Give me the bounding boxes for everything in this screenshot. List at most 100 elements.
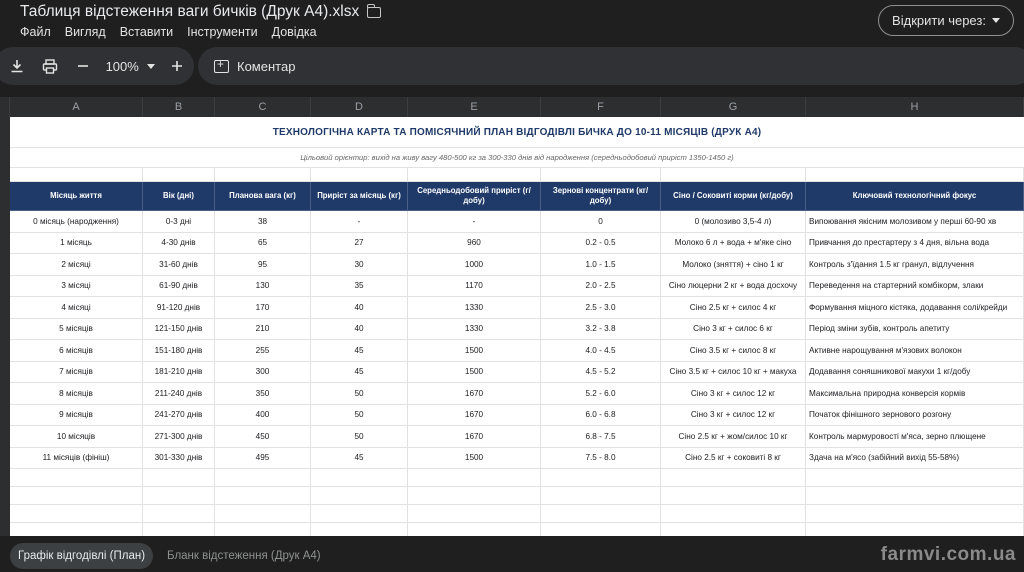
sheet-tab-tracking[interactable]: Бланк відстеження (Друк А4) — [159, 543, 329, 569]
table-cell[interactable]: Сіно люцерни 2 кг + вода досхочу — [661, 275, 806, 297]
column-header-e[interactable]: E — [408, 97, 541, 117]
table-cell[interactable]: Молоко 6 л + вода + м'яке сіно — [661, 232, 806, 254]
empty-cell[interactable] — [215, 487, 311, 505]
column-heading[interactable]: Планова вага (кг) — [215, 182, 311, 211]
table-cell[interactable]: Випоювання якісним молозивом у перші 60-… — [806, 211, 1024, 233]
empty-cell[interactable] — [311, 469, 408, 487]
table-cell[interactable]: 0 (молозиво 3,5-4 л) — [661, 211, 806, 233]
table-cell[interactable]: 7.5 - 8.0 — [541, 447, 661, 469]
table-cell[interactable]: 300 — [215, 361, 311, 383]
empty-cell[interactable] — [215, 523, 311, 536]
comment-button[interactable]: Коментар — [198, 47, 1024, 85]
cell[interactable] — [10, 168, 143, 182]
table-cell[interactable]: 1500 — [408, 361, 541, 383]
table-cell[interactable]: Період зміни зубів, контроль апетиту — [806, 318, 1024, 340]
cell[interactable] — [143, 168, 215, 182]
column-heading[interactable]: Середньодобовий приріст (г/добу) — [408, 182, 541, 211]
open-with-button[interactable]: Відкрити через: — [878, 5, 1014, 36]
menu-tools[interactable]: Інструменти — [187, 25, 265, 39]
empty-cell[interactable] — [10, 505, 143, 523]
table-cell[interactable]: 4 місяці — [10, 297, 143, 319]
table-cell[interactable]: 350 — [215, 383, 311, 405]
table-cell[interactable]: Сіно 3 кг + силос 6 кг — [661, 318, 806, 340]
menu-view[interactable]: Вигляд — [65, 25, 114, 39]
table-cell[interactable]: 40 — [311, 318, 408, 340]
empty-cell[interactable] — [143, 523, 215, 536]
table-cell[interactable]: - — [408, 211, 541, 233]
empty-cell[interactable] — [806, 523, 1024, 536]
table-cell[interactable]: 960 — [408, 232, 541, 254]
table-cell[interactable]: 10 місяців — [10, 426, 143, 448]
table-cell[interactable]: Контроль з'їдання 1.5 кг гранул, відлуче… — [806, 254, 1024, 276]
table-cell[interactable]: 1670 — [408, 426, 541, 448]
table-cell[interactable]: 30 — [311, 254, 408, 276]
table-cell[interactable]: Сіно 3.5 кг + силос 10 кг + макуха — [661, 361, 806, 383]
column-heading[interactable]: Вік (дні) — [143, 182, 215, 211]
table-cell[interactable]: 65 — [215, 232, 311, 254]
table-cell[interactable]: 1 місяць — [10, 232, 143, 254]
table-cell[interactable]: 35 — [311, 275, 408, 297]
table-cell[interactable]: 1330 — [408, 318, 541, 340]
table-cell[interactable]: 0.2 - 0.5 — [541, 232, 661, 254]
cell[interactable] — [661, 168, 806, 182]
column-heading[interactable]: Зернові концентрати (кг/добу) — [541, 182, 661, 211]
table-cell[interactable]: Молоко (зняття) + сіно 1 кг — [661, 254, 806, 276]
table-cell[interactable]: 130 — [215, 275, 311, 297]
table-cell[interactable]: 27 — [311, 232, 408, 254]
empty-cell[interactable] — [541, 469, 661, 487]
empty-cell[interactable] — [311, 505, 408, 523]
empty-cell[interactable] — [143, 487, 215, 505]
table-cell[interactable]: Сіно 2.5 кг + соковиті 8 кг — [661, 447, 806, 469]
table-cell[interactable]: Активне нарощування м'язових волокон — [806, 340, 1024, 362]
table-cell[interactable]: 1670 — [408, 383, 541, 405]
table-cell[interactable]: 301-330 днів — [143, 447, 215, 469]
empty-cell[interactable] — [143, 505, 215, 523]
spreadsheet-grid[interactable]: ТЕХНОЛОГІЧНА КАРТА ТА ПОМІСЯЧНИЙ ПЛАН ВІ… — [0, 117, 1024, 536]
table-cell[interactable]: 95 — [215, 254, 311, 276]
table-cell[interactable]: 11 місяців (фініш) — [10, 447, 143, 469]
column-header-b[interactable]: B — [143, 97, 215, 117]
table-cell[interactable]: 45 — [311, 340, 408, 362]
table-cell[interactable]: 0-3 дні — [143, 211, 215, 233]
table-cell[interactable]: 1500 — [408, 340, 541, 362]
table-cell[interactable]: Контроль мармуровості м'яса, зерно плюще… — [806, 426, 1024, 448]
cell[interactable] — [215, 168, 311, 182]
zoom-in-icon[interactable] — [166, 53, 189, 79]
table-cell[interactable]: Переведення на стартерний комбікорм, зла… — [806, 275, 1024, 297]
table-cell[interactable]: 450 — [215, 426, 311, 448]
column-heading[interactable]: Місяць життя — [10, 182, 143, 211]
menu-insert[interactable]: Вставити — [120, 25, 181, 39]
empty-cell[interactable] — [661, 505, 806, 523]
empty-cell[interactable] — [408, 523, 541, 536]
table-cell[interactable]: 8 місяців — [10, 383, 143, 405]
table-cell[interactable]: Сіно 3 кг + силос 12 кг — [661, 404, 806, 426]
sheet-subtitle[interactable]: Цільовий орієнтир: вихід на живу вагу 48… — [10, 148, 1024, 168]
column-header-f[interactable]: F — [541, 97, 661, 117]
table-cell[interactable]: 181-210 днів — [143, 361, 215, 383]
empty-cell[interactable] — [10, 487, 143, 505]
table-cell[interactable]: Початок фінішного зернового розгону — [806, 404, 1024, 426]
table-cell[interactable]: 1.0 - 1.5 — [541, 254, 661, 276]
table-cell[interactable]: 9 місяців — [10, 404, 143, 426]
empty-cell[interactable] — [661, 469, 806, 487]
empty-cell[interactable] — [661, 523, 806, 536]
table-cell[interactable]: 400 — [215, 404, 311, 426]
table-cell[interactable]: 2.0 - 2.5 — [541, 275, 661, 297]
zoom-select[interactable]: 100% — [106, 59, 155, 74]
table-cell[interactable]: 4.5 - 5.2 — [541, 361, 661, 383]
empty-cell[interactable] — [408, 469, 541, 487]
table-cell[interactable]: Сіно 2.5 кг + жом/силос 10 кг — [661, 426, 806, 448]
table-cell[interactable]: Сіно 3 кг + силос 12 кг — [661, 383, 806, 405]
empty-cell[interactable] — [311, 487, 408, 505]
select-all-corner[interactable] — [0, 97, 10, 117]
table-cell[interactable]: Здача на м'ясо (забійний вихід 55-58%) — [806, 447, 1024, 469]
table-cell[interactable]: 45 — [311, 447, 408, 469]
table-cell[interactable]: 1000 — [408, 254, 541, 276]
table-cell[interactable]: 170 — [215, 297, 311, 319]
column-header-a[interactable]: A — [10, 97, 143, 117]
table-cell[interactable]: 38 — [215, 211, 311, 233]
cell[interactable] — [311, 168, 408, 182]
empty-cell[interactable] — [143, 469, 215, 487]
empty-cell[interactable] — [408, 487, 541, 505]
empty-cell[interactable] — [215, 505, 311, 523]
